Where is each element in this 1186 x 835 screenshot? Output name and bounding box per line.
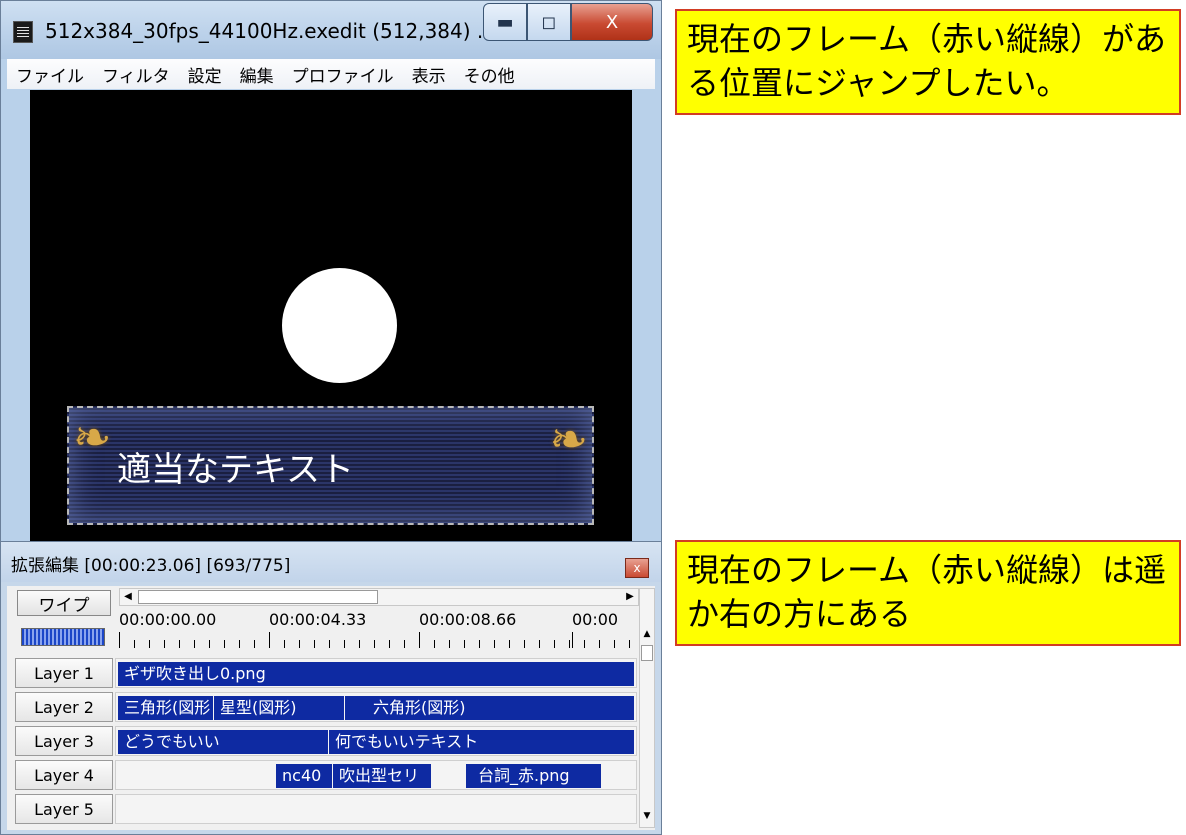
timeline-window: 拡張編集 [00:00:23.06] [693/775] x ワイプ ◀ ▶ 0… bbox=[0, 541, 662, 835]
ruler-major-tick bbox=[419, 632, 420, 648]
layer-label[interactable]: Layer 1 bbox=[15, 658, 113, 688]
menu-profile[interactable]: プロファイル bbox=[283, 62, 403, 87]
menu-other[interactable]: その他 bbox=[455, 62, 524, 87]
close-icon: x bbox=[633, 561, 641, 575]
ruler-major-tick bbox=[119, 632, 120, 648]
timeline-clip[interactable]: どうでもいい bbox=[118, 730, 328, 754]
menu-bar: ファイル フィルタ 設定 編集 プロファイル 表示 その他 bbox=[7, 59, 655, 89]
maximize-button[interactable]: ◻ bbox=[527, 3, 571, 41]
timeline-clip[interactable]: 星型(図形) bbox=[214, 696, 344, 720]
timeline-clip[interactable]: 三角形(図形 bbox=[118, 696, 213, 720]
layer-track[interactable] bbox=[115, 794, 637, 824]
preview-window: 512x384_30fps_44100Hz.exedit (512,384) .… bbox=[0, 0, 662, 549]
zoom-bar[interactable] bbox=[21, 628, 105, 646]
window-frame-left bbox=[1, 90, 30, 549]
scroll-up-icon[interactable]: ▲ bbox=[640, 629, 654, 643]
horizontal-scrollbar[interactable]: ◀ ▶ bbox=[119, 588, 639, 606]
layer-track[interactable]: 三角形(図形 星型(図形) 六角形(図形) bbox=[115, 692, 637, 722]
scroll-right-icon[interactable]: ▶ bbox=[622, 589, 638, 605]
menu-settings[interactable]: 設定 bbox=[179, 62, 231, 87]
timeline-clip[interactable]: nc40 bbox=[276, 764, 332, 788]
menu-edit[interactable]: 編集 bbox=[231, 62, 283, 87]
timeline-clip[interactable]: 吹出型セリ bbox=[333, 764, 431, 788]
speech-text: 適当なテキスト bbox=[117, 450, 354, 490]
timeline-close-button[interactable]: x bbox=[625, 558, 649, 578]
scroll-thumb[interactable] bbox=[138, 590, 378, 604]
time-tick-label: 00:00 bbox=[572, 610, 619, 629]
white-circle-shape bbox=[282, 268, 397, 383]
menu-view[interactable]: 表示 bbox=[403, 62, 455, 87]
layer-label[interactable]: Layer 3 bbox=[15, 726, 113, 756]
layer-track[interactable]: どうでもいい 何でもいいテキスト bbox=[115, 726, 637, 756]
speech-box-overlay: ❧ ❧ 適当なテキスト bbox=[67, 406, 594, 525]
time-tick-label: 00:00:00.00 bbox=[119, 610, 217, 629]
timeline-title-bar[interactable]: 拡張編集 [00:00:23.06] [693/775] x bbox=[1, 542, 661, 582]
time-tick-label: 00:00:04.33 bbox=[269, 610, 367, 629]
ornament-right-icon: ❧ bbox=[549, 412, 588, 466]
window-frame-right bbox=[632, 90, 661, 549]
annotation-callout-top: 現在のフレーム（赤い縦線）がある位置にジャンプしたい。 bbox=[675, 9, 1181, 115]
menu-filter[interactable]: フィルタ bbox=[93, 62, 179, 87]
minimize-icon: ▬ bbox=[496, 11, 514, 33]
scroll-left-icon[interactable]: ◀ bbox=[120, 589, 136, 605]
vertical-scrollbar[interactable]: ▲ ▼ bbox=[639, 588, 655, 828]
layer-track[interactable]: nc40 吹出型セリ 台詞_赤.png bbox=[115, 760, 637, 790]
layer-row: Layer 4 nc40 吹出型セリ 台詞_赤.png bbox=[15, 760, 637, 792]
timeline-title: 拡張編集 [00:00:23.06] [693/775] bbox=[11, 556, 291, 576]
annotation-callout-bottom: 現在のフレーム（赤い縦線）は遥か右の方にある bbox=[675, 540, 1181, 646]
close-button[interactable]: X bbox=[571, 3, 653, 41]
scroll-down-icon[interactable]: ▼ bbox=[640, 811, 654, 825]
ruler-major-tick bbox=[572, 632, 573, 648]
layer-label[interactable]: Layer 4 bbox=[15, 760, 113, 790]
layer-row: Layer 3 どうでもいい 何でもいいテキスト bbox=[15, 726, 637, 758]
close-icon: X bbox=[605, 11, 619, 33]
layer-row: Layer 2 三角形(図形 星型(図形) 六角形(図形) bbox=[15, 692, 637, 724]
layer-label[interactable]: Layer 2 bbox=[15, 692, 113, 722]
timeline-body: ワイプ ◀ ▶ 00:00:00.00 00:00:04.33 00:00:08… bbox=[7, 586, 655, 830]
video-preview[interactable]: ❧ ❧ 適当なテキスト bbox=[30, 90, 632, 549]
window-title: 512x384_30fps_44100Hz.exedit (512,384) .… bbox=[45, 19, 496, 43]
timeline-clip[interactable]: ギザ吹き出し0.png bbox=[118, 662, 634, 686]
menu-file[interactable]: ファイル bbox=[7, 62, 93, 87]
layer-row: Layer 5 bbox=[15, 794, 637, 826]
timeline-clip[interactable]: 何でもいいテキスト bbox=[329, 730, 634, 754]
timeline-clip[interactable]: 六角形(図形) bbox=[345, 696, 634, 720]
timeline-clip[interactable]: 台詞_赤.png bbox=[466, 764, 601, 788]
minimize-button[interactable]: ▬ bbox=[483, 3, 527, 41]
maximize-icon: ◻ bbox=[541, 11, 557, 33]
layer-row: Layer 1 ギザ吹き出し0.png bbox=[15, 658, 637, 690]
scene-button[interactable]: ワイプ bbox=[17, 590, 111, 616]
layer-label[interactable]: Layer 5 bbox=[15, 794, 113, 824]
time-ruler[interactable] bbox=[119, 632, 637, 648]
scroll-thumb[interactable] bbox=[641, 645, 653, 661]
layer-track[interactable]: ギザ吹き出し0.png bbox=[115, 658, 637, 688]
time-tick-label: 00:00:08.66 bbox=[419, 610, 517, 629]
ruler-major-tick bbox=[269, 632, 270, 648]
film-icon bbox=[13, 21, 33, 43]
title-bar[interactable]: 512x384_30fps_44100Hz.exedit (512,384) .… bbox=[1, 1, 661, 59]
